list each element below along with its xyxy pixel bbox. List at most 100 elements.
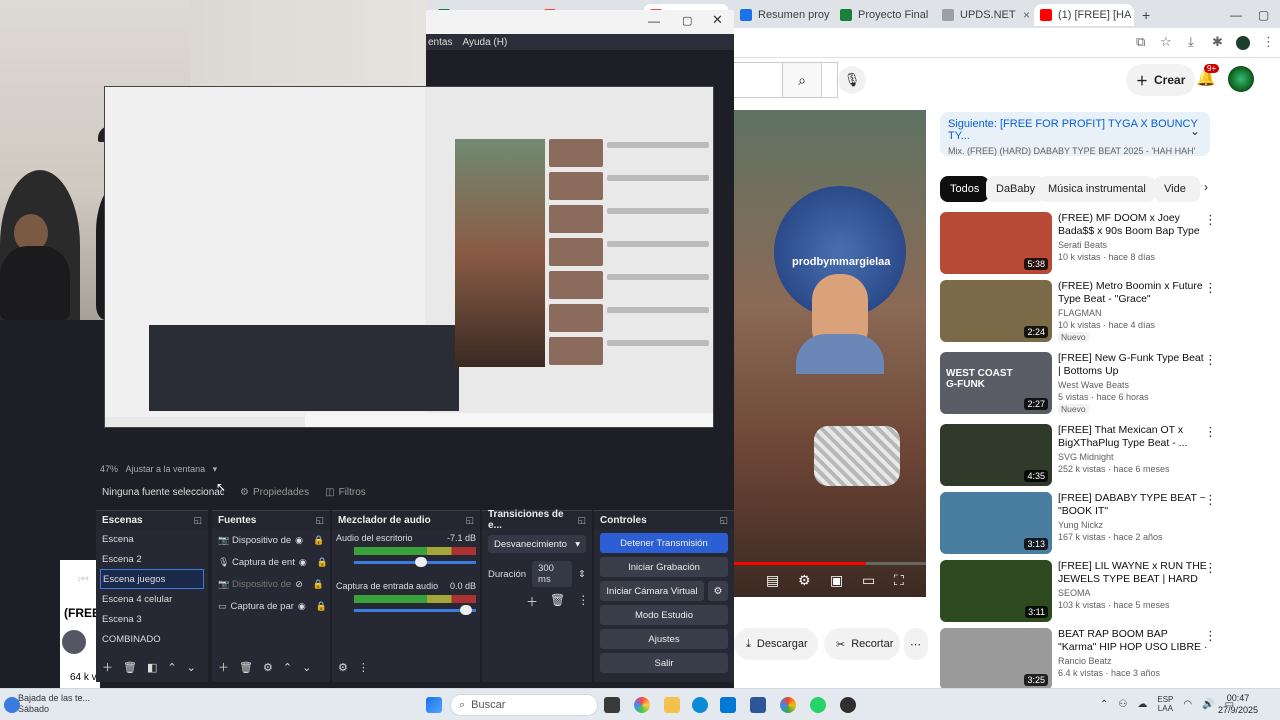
- video-title[interactable]: [FREE] New G-Funk Type Beat | Bottoms Up: [1058, 352, 1208, 378]
- scene-item[interactable]: Escena 4 celular: [96, 589, 208, 609]
- trash-icon[interactable]: 🗑: [123, 661, 137, 674]
- more-vertical-icon[interactable]: ⋮: [358, 661, 369, 674]
- channel-name[interactable]: Rancio Beatz: [1058, 656, 1112, 666]
- video-thumbnail[interactable]: 2:24: [940, 280, 1052, 342]
- chip-musica-instrumental[interactable]: Música instrumental: [1038, 176, 1156, 202]
- extensions-icon[interactable]: ✱: [1212, 34, 1223, 50]
- stop-streaming-button[interactable]: Detener Transmisión: [600, 533, 728, 553]
- video-item[interactable]: 3:13 [FREE] DABABY TYPE BEAT ~ "BOOK IT" Y…: [940, 492, 1260, 556]
- video-item[interactable]: 4:35 [FREE] That Mexican OT x BigXThaPlug…: [940, 424, 1260, 488]
- filters-button[interactable]: ◫ Filtros: [325, 487, 366, 498]
- visibility-eye-icon[interactable]: ◉: [299, 557, 307, 568]
- lock-icon[interactable]: 🔒: [313, 579, 324, 590]
- chip-todos[interactable]: Todos: [940, 176, 990, 202]
- chip-videos[interactable]: Vide: [1154, 176, 1200, 202]
- close-icon[interactable]: ×: [1023, 8, 1030, 22]
- video-title[interactable]: [FREE] LIL WAYNE x RUN THE JEWELS TYPE B…: [1058, 560, 1208, 586]
- gear-icon[interactable]: ⚙: [338, 661, 348, 674]
- undock-icon[interactable]: ◱: [315, 515, 324, 526]
- lock-icon[interactable]: 🔒: [317, 557, 328, 568]
- video-title[interactable]: BEAT RAP BOOM BAP "Karma" HIP HOP USO LI…: [1058, 628, 1208, 654]
- menu-kebab-icon[interactable]: ⋮: [1262, 34, 1275, 50]
- undock-icon[interactable]: ◱: [193, 515, 202, 526]
- notifications-button[interactable]: 🔔 9+: [1196, 64, 1220, 88]
- minimize-icon[interactable]: —: [648, 14, 660, 28]
- channel-name[interactable]: West Wave Beats: [1058, 380, 1129, 390]
- video-title[interactable]: [FREE] DABABY TYPE BEAT ~ "BOOK IT": [1058, 492, 1208, 518]
- source-item[interactable]: 🎙 Captura de ent ◉ 🔒: [212, 551, 330, 573]
- source-item[interactable]: 📷 Dispositivo de ⊘ 🔒: [212, 573, 330, 595]
- minimize-icon[interactable]: —: [1224, 4, 1244, 26]
- chevron-down-icon[interactable]: ⌄: [187, 661, 196, 674]
- cloud-icon[interactable]: ☁: [1137, 699, 1147, 710]
- maximize-icon[interactable]: ▢: [1252, 4, 1272, 26]
- copilot-icon[interactable]: [634, 697, 650, 713]
- voice-search-button[interactable]: 🎙: [838, 66, 866, 94]
- skip-back-icon[interactable]: ⏮: [78, 572, 89, 587]
- more-vertical-icon[interactable]: ⋮: [1204, 560, 1217, 576]
- volume-handle[interactable]: [415, 557, 428, 567]
- scene-item[interactable]: Escena 2: [96, 549, 208, 569]
- file-explorer-icon[interactable]: [664, 697, 680, 713]
- scene-item[interactable]: Escena juegos: [100, 569, 204, 589]
- add-icon[interactable]: ＋: [102, 659, 113, 675]
- avatar[interactable]: [1228, 66, 1254, 92]
- word-icon[interactable]: [750, 697, 766, 713]
- edge-icon[interactable]: [692, 697, 708, 713]
- wifi-icon[interactable]: ◠: [1183, 699, 1192, 710]
- start-recording-button[interactable]: Iniciar Grabación: [600, 557, 728, 577]
- studio-mode-button[interactable]: Modo Estudio: [600, 605, 728, 625]
- chip-dababy[interactable]: DaBaby: [986, 176, 1046, 202]
- spin-icon[interactable]: ⇕: [578, 569, 586, 580]
- taskbar-search[interactable]: ⌕ Buscar: [450, 694, 598, 716]
- more-vertical-icon[interactable]: ⋮: [577, 593, 589, 610]
- volume-slider[interactable]: [354, 557, 476, 567]
- scene-item[interactable]: COMBINADO: [96, 629, 208, 649]
- video-title[interactable]: (FREE) Metro Boomin x Future Type Beat -…: [1058, 280, 1208, 306]
- video-item[interactable]: 3:25 BEAT RAP BOOM BAP "Karma" HIP HOP US…: [940, 628, 1260, 692]
- bookmark-star-icon[interactable]: ☆: [1160, 34, 1172, 50]
- clock[interactable]: 00:47 27/9/2025: [1218, 692, 1258, 716]
- chevron-right-icon[interactable]: ›: [1204, 180, 1208, 194]
- undock-icon[interactable]: ◱: [465, 515, 474, 526]
- video-item[interactable]: WEST COAST G-FUNK 2:27 [FREE] New G-Funk T…: [940, 352, 1260, 416]
- video-title[interactable]: [FREE] That Mexican OT x BigXThaPlug Typ…: [1058, 424, 1208, 450]
- menu-item-herramientas[interactable]: entas: [428, 37, 452, 48]
- video-item[interactable]: 3:11 [FREE] LIL WAYNE x RUN THE JEWELS TY…: [940, 560, 1260, 624]
- tab-proyecto-final[interactable]: Proyecto Final×: [834, 4, 934, 26]
- chevron-down-icon[interactable]: ⌄: [302, 661, 311, 674]
- scene-item[interactable]: Escena 3: [96, 609, 208, 629]
- lock-icon[interactable]: 🔒: [316, 601, 327, 612]
- more-vertical-icon[interactable]: ⋮: [1204, 212, 1217, 228]
- video-thumbnail[interactable]: WEST COAST G-FUNK 2:27: [940, 352, 1052, 414]
- maximize-icon[interactable]: ▢: [682, 14, 692, 27]
- tab-upds[interactable]: UPDS.NET ×: [936, 4, 1036, 26]
- channel-name[interactable]: FLAGMAN: [1058, 308, 1102, 318]
- undock-icon[interactable]: ◱: [577, 515, 586, 526]
- more-vertical-icon[interactable]: ⋮: [1204, 424, 1217, 440]
- miniplayer-icon[interactable]: ▣: [830, 572, 843, 589]
- video-player[interactable]: prodbymmargielaa ▤ ⚙ ▣ ▭ ⛶: [734, 110, 926, 597]
- chevron-up-icon[interactable]: ⌃: [1100, 699, 1108, 710]
- trash-icon[interactable]: 🗑: [550, 593, 565, 610]
- chrome-icon[interactable]: [780, 697, 796, 713]
- whatsapp-icon[interactable]: [810, 697, 826, 713]
- gear-icon[interactable]: ⚙: [708, 581, 728, 601]
- video-thumbnail[interactable]: 5:38: [940, 212, 1052, 274]
- video-thumbnail[interactable]: 3:13: [940, 492, 1052, 554]
- new-tab-button[interactable]: +: [1136, 4, 1156, 26]
- close-icon[interactable]: ✕: [712, 12, 723, 28]
- video-progress-bar[interactable]: [734, 562, 926, 565]
- search-button[interactable]: ⌕: [782, 62, 822, 98]
- download-button[interactable]: ⤓ Descargar: [734, 628, 818, 660]
- video-item[interactable]: 2:24 (FREE) Metro Boomin x Future Type Be…: [940, 280, 1260, 344]
- up-next-panel[interactable]: Siguiente: [FREE FOR PROFIT] TYGA X BOUN…: [940, 112, 1210, 156]
- duration-input[interactable]: 300 ms: [532, 561, 573, 587]
- volume-slider[interactable]: [354, 605, 476, 615]
- exit-button[interactable]: Salir: [600, 653, 728, 673]
- visibility-eye-icon[interactable]: ◉: [295, 535, 303, 546]
- profile-avatar[interactable]: [1236, 36, 1250, 50]
- chevron-up-icon[interactable]: ⌃: [283, 661, 292, 674]
- video-thumbnail[interactable]: 3:11: [940, 560, 1052, 622]
- channel-name[interactable]: Serati Beats: [1058, 240, 1107, 250]
